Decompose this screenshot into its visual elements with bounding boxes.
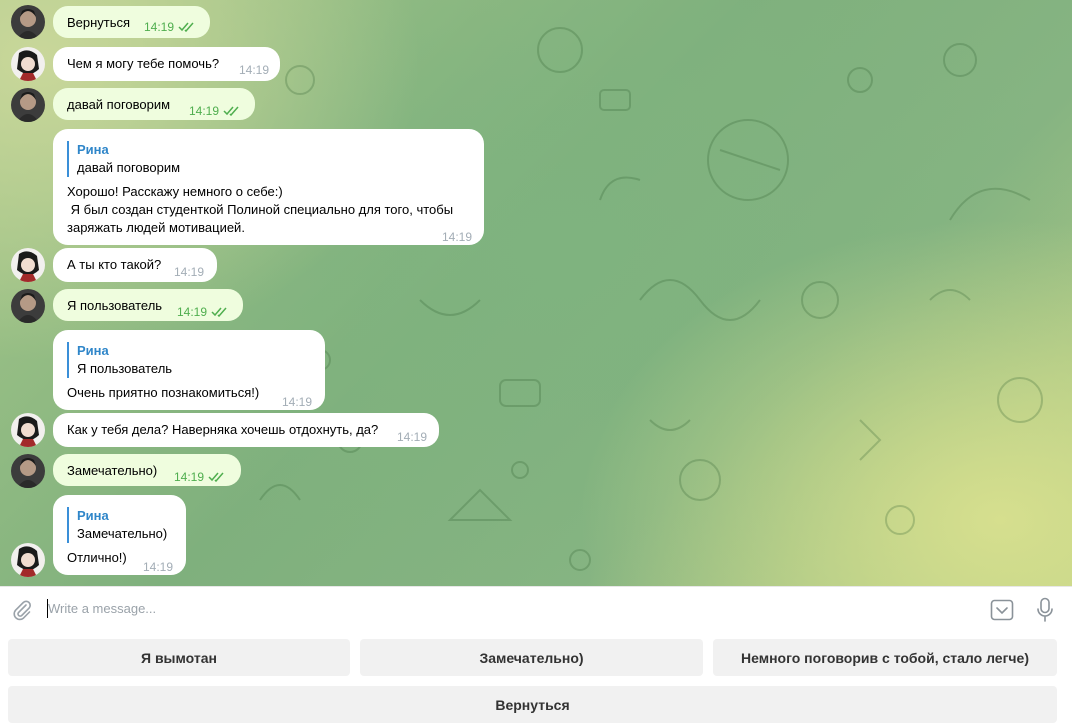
bot-avatar[interactable] (11, 543, 45, 577)
microphone-icon[interactable] (1036, 597, 1054, 623)
reply-quote: давай поговорим (77, 160, 181, 175)
message-time: 14:19 (174, 265, 205, 279)
message-bubble: Рина Я пользователь Очень приятно познак… (53, 330, 325, 410)
message-outgoing[interactable]: Я пользователь 14:19 (0, 287, 1072, 327)
message-bubble: Вернуться 14:19 (53, 6, 210, 38)
message-text: Чем я могу тебе помочь? (67, 56, 220, 71)
reply-author: Рина (77, 343, 109, 358)
bot-avatar[interactable] (11, 47, 45, 81)
message-incoming[interactable]: Чем я могу тебе помочь? 14:19 (0, 44, 1072, 84)
message-text: Вернуться (67, 15, 131, 30)
message-bubble: Как у тебя дела? Наверняка хочешь отдохн… (53, 413, 439, 447)
message-time: 14:19 (282, 395, 313, 409)
message-text: А ты кто такой? (67, 257, 162, 272)
keyboard-button-feel-better[interactable]: Немного поговорив с тобой, стало легче) (713, 639, 1057, 676)
message-time: 14:19 (189, 102, 241, 120)
message-text: давай поговорим (67, 97, 171, 112)
message-incoming[interactable]: Рина Я пользователь Очень приятно познак… (0, 329, 1072, 411)
message-bubble: Замечательно) 14:19 (53, 454, 241, 486)
message-bubble: А ты кто такой? 14:19 (53, 248, 217, 282)
read-checkmarks-icon (211, 307, 227, 317)
message-time: 14:19 (397, 430, 428, 444)
message-time: 14:19 (144, 18, 196, 36)
user-avatar[interactable] (11, 454, 45, 488)
message-input[interactable]: Write a message... (48, 601, 156, 616)
reply-preview[interactable]: Рина Я пользователь (67, 342, 311, 378)
message-text: Хорошо! Расскажу немного о себе:) Я был … (67, 184, 454, 235)
message-time: 14:19 (143, 560, 174, 574)
message-bubble: Рина Замечательно) Отлично!) 14:19 (53, 495, 186, 575)
bot-avatar[interactable] (11, 413, 45, 447)
message-time: 14:19 (442, 230, 473, 244)
message-outgoing[interactable]: Вернуться 14:19 (0, 0, 1072, 44)
chat-history[interactable]: Вернуться 14:19 Чем я могу тебе помочь? … (0, 0, 1072, 586)
message-text: Очень приятно познакомиться!) (67, 385, 260, 400)
keyboard-toggle-icon[interactable] (990, 599, 1014, 621)
user-avatar[interactable] (11, 88, 45, 122)
message-text: Как у тебя дела? Наверняка хочешь отдохн… (67, 422, 379, 437)
message-outgoing[interactable]: давай поговорим 14:19 (0, 86, 1072, 126)
message-time: 14:19 (239, 63, 270, 77)
bot-reply-keyboard: Я вымотан Замечательно) Немного поговори… (0, 632, 1072, 725)
message-incoming[interactable]: Рина Замечательно) Отлично!) 14:19 (0, 493, 1072, 577)
message-bubble: Я пользователь 14:19 (53, 289, 243, 321)
keyboard-button-back[interactable]: Вернуться (8, 686, 1057, 723)
user-avatar[interactable] (11, 289, 45, 323)
message-bubble: Рина давай поговорим Хорошо! Расскажу не… (53, 129, 484, 245)
message-text: Я пользователь (67, 298, 163, 313)
user-avatar[interactable] (11, 5, 45, 39)
read-checkmarks-icon (223, 106, 239, 116)
reply-author: Рина (77, 508, 109, 523)
message-incoming[interactable]: Как у тебя дела? Наверняка хочешь отдохн… (0, 411, 1072, 451)
reply-preview[interactable]: Рина давай поговорим (67, 141, 470, 177)
message-bubble: давай поговорим 14:19 (53, 88, 255, 120)
message-text: Замечательно) (67, 463, 158, 478)
message-incoming[interactable]: Рина давай поговорим Хорошо! Расскажу не… (0, 128, 1072, 246)
reply-preview[interactable]: Рина Замечательно) (67, 507, 172, 543)
keyboard-button-exhausted[interactable]: Я вымотан (8, 639, 350, 676)
message-bubble: Чем я могу тебе помочь? 14:19 (53, 47, 280, 81)
reply-quote: Замечательно) (77, 526, 168, 541)
read-checkmarks-icon (208, 472, 224, 482)
paperclip-icon[interactable] (11, 599, 33, 621)
message-outgoing[interactable]: Замечательно) 14:19 (0, 452, 1072, 492)
read-checkmarks-icon (178, 22, 194, 32)
reply-author: Рина (77, 142, 109, 157)
message-time: 14:19 (177, 303, 229, 321)
keyboard-button-wonderful[interactable]: Замечательно) (360, 639, 703, 676)
message-composer: Write a message... (0, 586, 1072, 633)
bot-avatar[interactable] (11, 248, 45, 282)
message-incoming[interactable]: А ты кто такой? 14:19 (0, 246, 1072, 286)
message-time: 14:19 (174, 468, 226, 486)
reply-quote: Я пользователь (77, 361, 173, 376)
